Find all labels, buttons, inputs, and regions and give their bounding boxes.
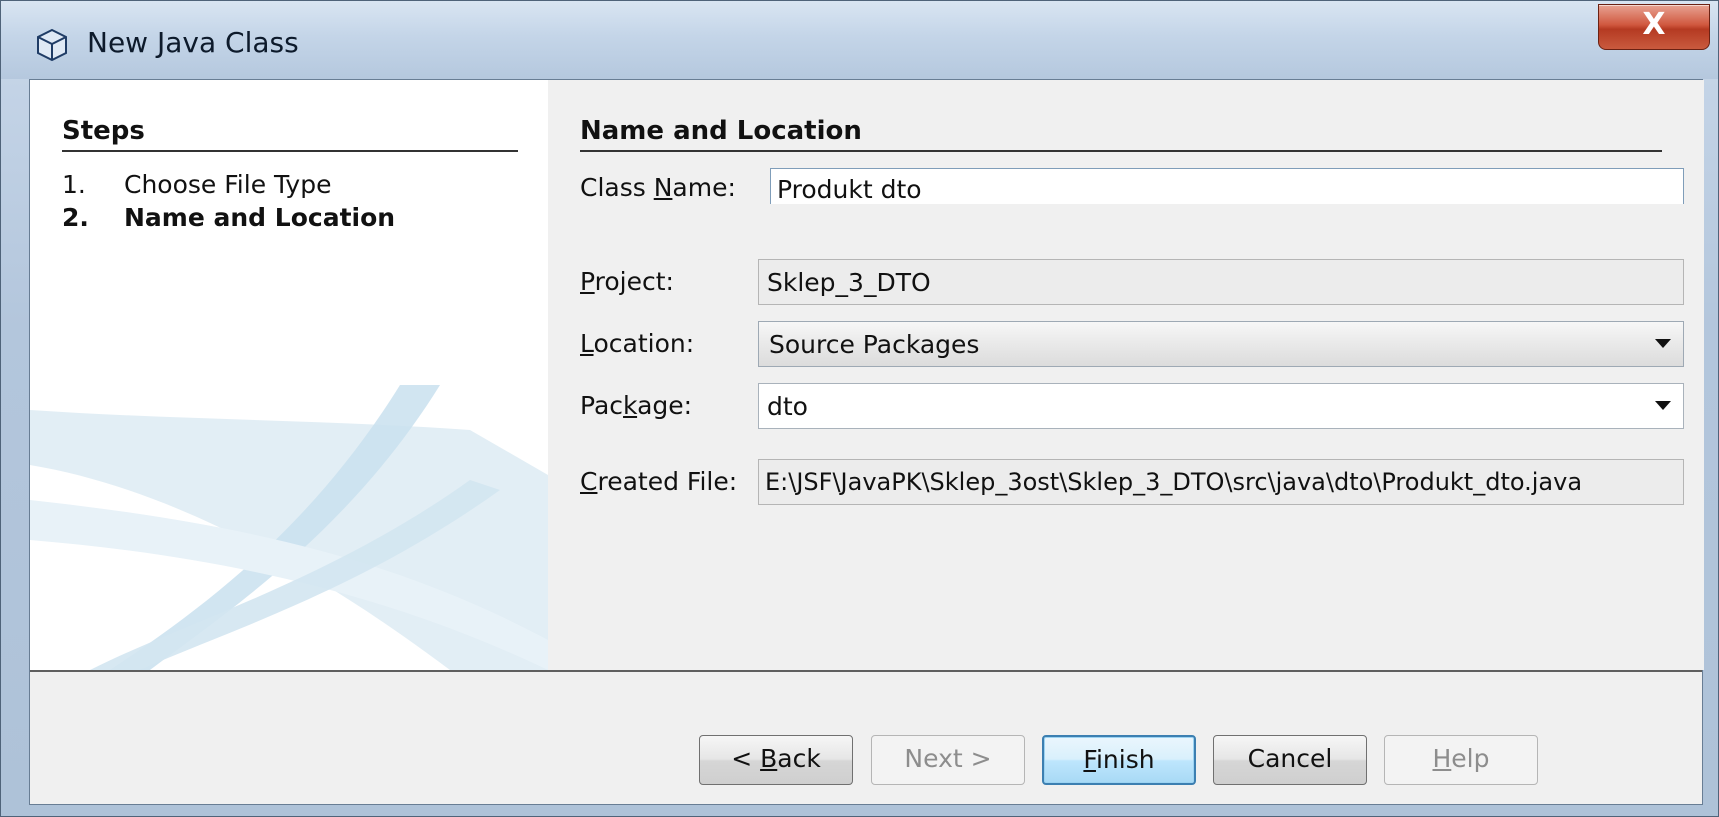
window-title: New Java Class	[87, 26, 299, 59]
cancel-button[interactable]: Cancel	[1213, 735, 1367, 785]
cube-icon	[37, 28, 67, 62]
location-value: Source Packages	[769, 330, 980, 359]
project-field: Sklep_3_DTO	[758, 259, 1684, 305]
title-bar[interactable]: New Java Class X	[1, 1, 1718, 79]
chevron-down-icon[interactable]	[1655, 401, 1671, 410]
step-number: 2.	[62, 203, 89, 232]
package-label: Package:	[580, 391, 693, 420]
steps-panel: Steps 1. Choose File Type 2. Name and Loca…	[30, 80, 548, 670]
name-and-location-panel: Name and Location Class Name: Produkt dt…	[548, 80, 1704, 670]
section-divider	[580, 150, 1662, 152]
dialog-window: New Java Class X Steps 1. Choose File Typ…	[0, 0, 1719, 817]
steps-heading: Steps	[62, 116, 145, 146]
finish-button[interactable]: Finish	[1042, 735, 1196, 785]
location-label: Location:	[580, 329, 695, 358]
back-button[interactable]: < Back	[699, 735, 853, 785]
help-button[interactable]: Help	[1384, 735, 1538, 785]
next-button[interactable]: Next >	[871, 735, 1025, 785]
step-number: 1.	[62, 170, 86, 199]
footer-separator	[30, 670, 1702, 672]
steps-divider	[62, 150, 518, 152]
dialog-client-area: Steps 1. Choose File Type 2. Name and Loca…	[29, 79, 1704, 805]
created-file-field: E:\JSF\JavaPK\Sklep_3ost\Sklep_3_DTO\src…	[758, 459, 1684, 505]
step-label: Name and Location	[124, 203, 396, 232]
created-file-label: Created File:	[580, 467, 738, 496]
decorative-swoosh-graphic	[30, 385, 548, 670]
project-label: Project:	[580, 267, 674, 296]
chevron-down-icon[interactable]	[1655, 339, 1671, 348]
step-item-name-and-location: 2. Name and Location	[62, 203, 395, 232]
close-button[interactable]: X	[1598, 4, 1710, 50]
section-title: Name and Location	[580, 116, 862, 146]
step-item-choose-file-type: 1. Choose File Type	[62, 170, 331, 199]
package-combobox[interactable]: dto	[758, 383, 1684, 429]
location-dropdown[interactable]: Source Packages	[758, 321, 1684, 367]
step-label: Choose File Type	[124, 170, 332, 199]
close-icon: X	[1642, 7, 1666, 42]
class-name-label: Class Name:	[580, 173, 736, 202]
class-name-input[interactable]: Produkt dto	[770, 168, 1684, 204]
package-value: dto	[767, 392, 808, 421]
